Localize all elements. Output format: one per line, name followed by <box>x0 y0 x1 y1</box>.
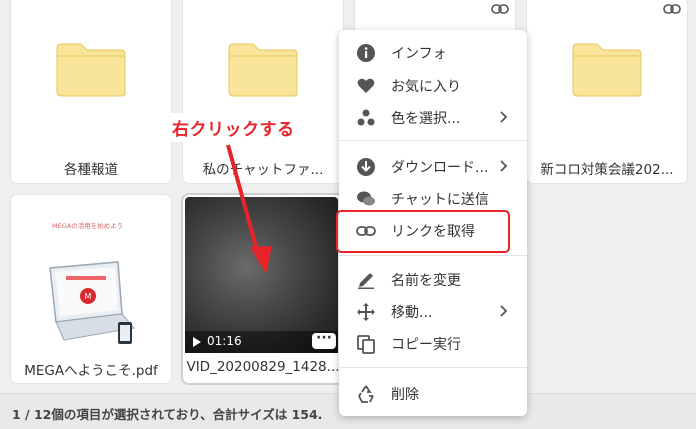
chevron-right-icon <box>500 111 508 123</box>
move-icon <box>357 303 375 321</box>
folder-card[interactable]: 私のチャットファ... <box>183 0 343 183</box>
menu-item-move[interactable]: 移動... <box>339 296 527 326</box>
download-icon <box>357 158 375 176</box>
annotation-text: 右クリックする <box>172 120 295 140</box>
play-icon <box>193 337 201 347</box>
folder-icon <box>572 43 642 97</box>
pdf-thumb-header: MEGAの活用を始めよう <box>52 222 124 230</box>
file-name: MEGAへようこそ.pdf <box>24 363 158 379</box>
file-name: VID_20200829_1428... <box>186 359 340 375</box>
copy-icon <box>357 335 375 354</box>
folder-card[interactable]: 新コロ対策会議202... <box>527 0 687 183</box>
menu-separator <box>339 140 527 141</box>
video-duration: 01:16 <box>207 334 242 348</box>
chat-icon <box>357 191 375 206</box>
menu-item-choose-color[interactable]: 色を選択... <box>339 102 527 132</box>
menu-item-rename[interactable]: 名前を変更 <box>339 264 527 294</box>
menu-item-copy[interactable]: コピー実行 <box>339 328 527 358</box>
heart-icon <box>357 78 375 93</box>
menu-item-send-to-chat[interactable]: チャットに送信 <box>339 183 527 213</box>
annotation-label: 右クリックする <box>166 113 294 142</box>
folder-name: 各種報道 <box>64 162 118 178</box>
menu-item-delete[interactable]: 削除 <box>339 378 527 408</box>
folder-card[interactable]: 各種報道 <box>11 0 171 183</box>
folder-icon <box>56 43 126 97</box>
menu-separator <box>339 367 527 368</box>
more-options-button[interactable]: ··· <box>312 331 336 349</box>
folder-icon <box>228 43 298 97</box>
link-icon <box>663 4 681 14</box>
link-icon <box>491 4 509 14</box>
info-icon <box>357 44 375 62</box>
chevron-right-icon <box>500 305 508 317</box>
menu-item-info[interactable]: インフォ <box>339 37 527 67</box>
folder-name: 私のチャットファ... <box>202 162 324 178</box>
pen-icon <box>358 273 374 289</box>
menu-item-download[interactable]: ダウンロード... <box>339 151 527 181</box>
menu-item-favourite[interactable]: お気に入り <box>339 70 527 100</box>
laptop-illustration: M <box>49 261 135 344</box>
highlight-box <box>336 210 510 253</box>
svg-text:M: M <box>85 292 92 301</box>
recycle-icon <box>358 385 374 403</box>
selection-summary: 1 / 12個の項目が選択されており、合計サイズは 154. <box>12 407 323 422</box>
color-dots-icon <box>357 109 375 126</box>
menu-separator <box>339 255 527 256</box>
chevron-right-icon <box>500 160 508 172</box>
folder-name: 新コロ対策会議202... <box>540 162 674 178</box>
